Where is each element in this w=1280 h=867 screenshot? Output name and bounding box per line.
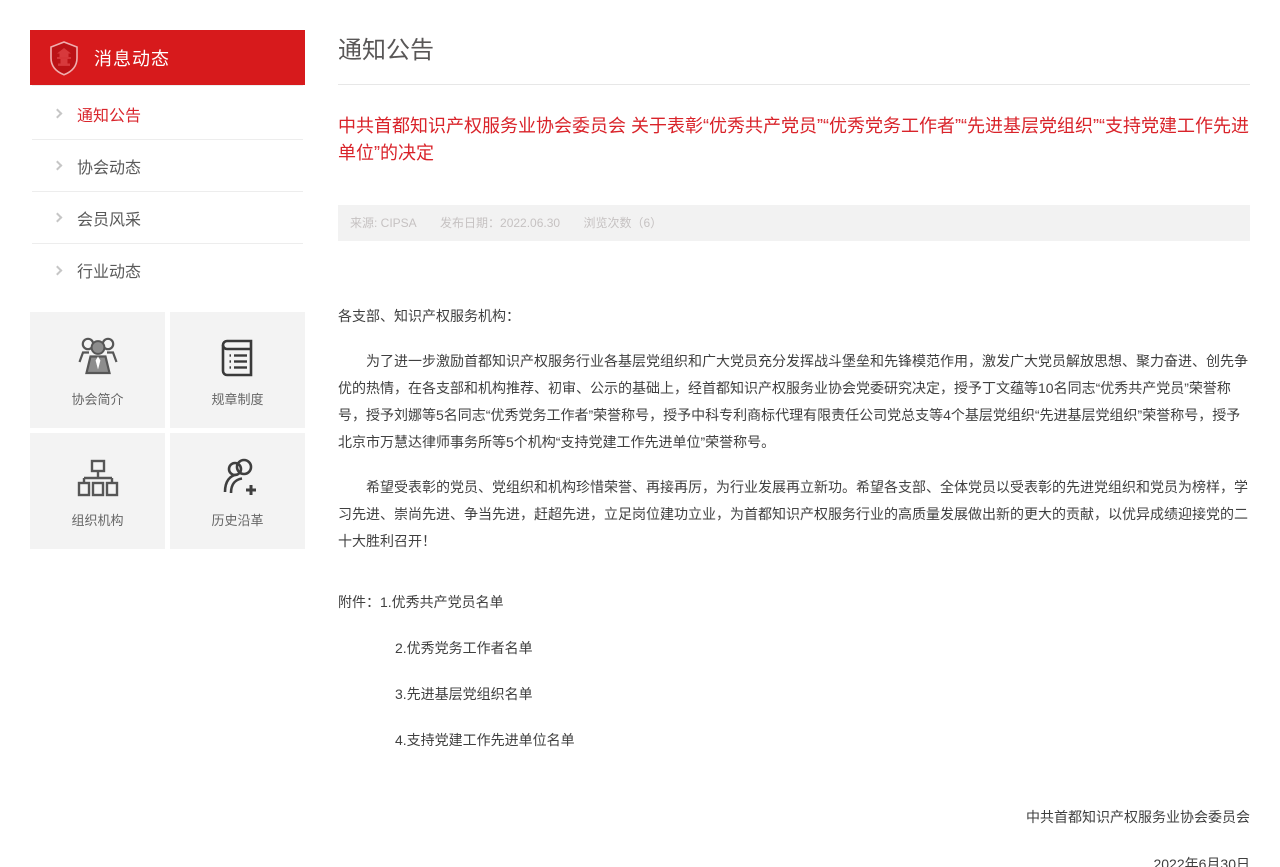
- tile-label: 协会简介: [71, 389, 123, 408]
- sidebar-title: 消息动态: [94, 45, 170, 71]
- sidebar-item-notices[interactable]: 通知公告: [32, 88, 303, 140]
- chevron-right-icon: [53, 265, 63, 275]
- title-divider: [338, 84, 1250, 85]
- article-meta-bar: 来源: CIPSA 发布日期：2022.06.30 浏览次数（6）: [338, 205, 1250, 241]
- tile-rules-regulations[interactable]: 规章制度: [170, 312, 305, 428]
- tile-history[interactable]: 历史沿革: [170, 433, 305, 549]
- attachment-list: 附件：1.优秀共产党员名单 2.优秀党务工作者名单 3.先进基层党组织名单 4.…: [338, 589, 1250, 754]
- article-salutation: 各支部、知识产权服务机构：: [338, 303, 1250, 330]
- sidebar-item-member-showcase[interactable]: 会员风采: [32, 192, 303, 244]
- history-people-icon: [214, 454, 262, 502]
- sidebar-header: 消息动态: [30, 30, 305, 85]
- tile-label: 规章制度: [211, 389, 263, 408]
- attachment-item: 3.先进基层党组织名单: [338, 681, 1250, 708]
- tile-association-profile[interactable]: 协会简介: [30, 312, 165, 428]
- sidebar-item-label: 行业动态: [77, 258, 141, 282]
- sidebar-item-association-news[interactable]: 协会动态: [32, 140, 303, 192]
- shield-pagoda-logo: [48, 40, 80, 76]
- sidebar-item-label: 会员风采: [77, 206, 141, 230]
- article-body: 各支部、知识产权服务机构： 为了进一步激励首都知识产权服务行业各基层党组织和广大…: [338, 303, 1250, 555]
- chevron-right-icon: [53, 161, 63, 171]
- chevron-right-icon: [53, 109, 63, 119]
- article-signature: 中共首都知识产权服务业协会委员会 2022年6月30日: [338, 804, 1250, 867]
- page-title: 通知公告: [338, 36, 1250, 66]
- signature-organization: 中共首都知识产权服务业协会委员会: [338, 804, 1250, 831]
- page: 消息动态 通知公告 协会动态 会员风采 行业动态: [0, 0, 1280, 867]
- rulebook-icon: [214, 333, 262, 381]
- sidebar-item-label: 通知公告: [77, 102, 141, 126]
- sidebar-item-industry-news[interactable]: 行业动态: [32, 244, 303, 296]
- chevron-right-icon: [53, 213, 63, 223]
- signature-date: 2022年6月30日: [338, 851, 1250, 867]
- attachment-item: 4.支持党建工作先进单位名单: [338, 727, 1250, 754]
- meta-view-count: 浏览次数（6）: [583, 216, 662, 230]
- people-group-icon: [74, 333, 122, 381]
- meta-source: 来源: CIPSA: [350, 216, 417, 230]
- attachment-item: 附件：1.优秀共产党员名单: [338, 589, 1250, 616]
- sidebar: 消息动态 通知公告 协会动态 会员风采 行业动态: [30, 30, 305, 549]
- sidebar-tile-grid: 协会简介 规章制度: [30, 312, 305, 549]
- meta-publish-date: 发布日期：2022.06.30: [440, 216, 560, 230]
- article-title: 中共首都知识产权服务业协会委员会 关于表彰“优秀共产党员”“优秀党务工作者”“先…: [338, 113, 1250, 167]
- org-chart-icon: [74, 454, 122, 502]
- sidebar-item-label: 协会动态: [77, 154, 141, 178]
- article-paragraph: 为了进一步激励首都知识产权服务行业各基层党组织和广大党员充分发挥战斗堡垒和先锋模…: [338, 348, 1250, 456]
- main-content: 通知公告 中共首都知识产权服务业协会委员会 关于表彰“优秀共产党员”“优秀党务工…: [338, 30, 1250, 867]
- tile-organization[interactable]: 组织机构: [30, 433, 165, 549]
- article-paragraph: 希望受表彰的党员、党组织和机构珍惜荣誉、再接再厉，为行业发展再立新功。希望各支部…: [338, 474, 1250, 555]
- tile-label: 组织机构: [71, 510, 123, 529]
- tile-label: 历史沿革: [211, 510, 263, 529]
- sidebar-menu: 通知公告 协会动态 会员风采 行业动态: [32, 85, 303, 296]
- attachment-item: 2.优秀党务工作者名单: [338, 635, 1250, 662]
